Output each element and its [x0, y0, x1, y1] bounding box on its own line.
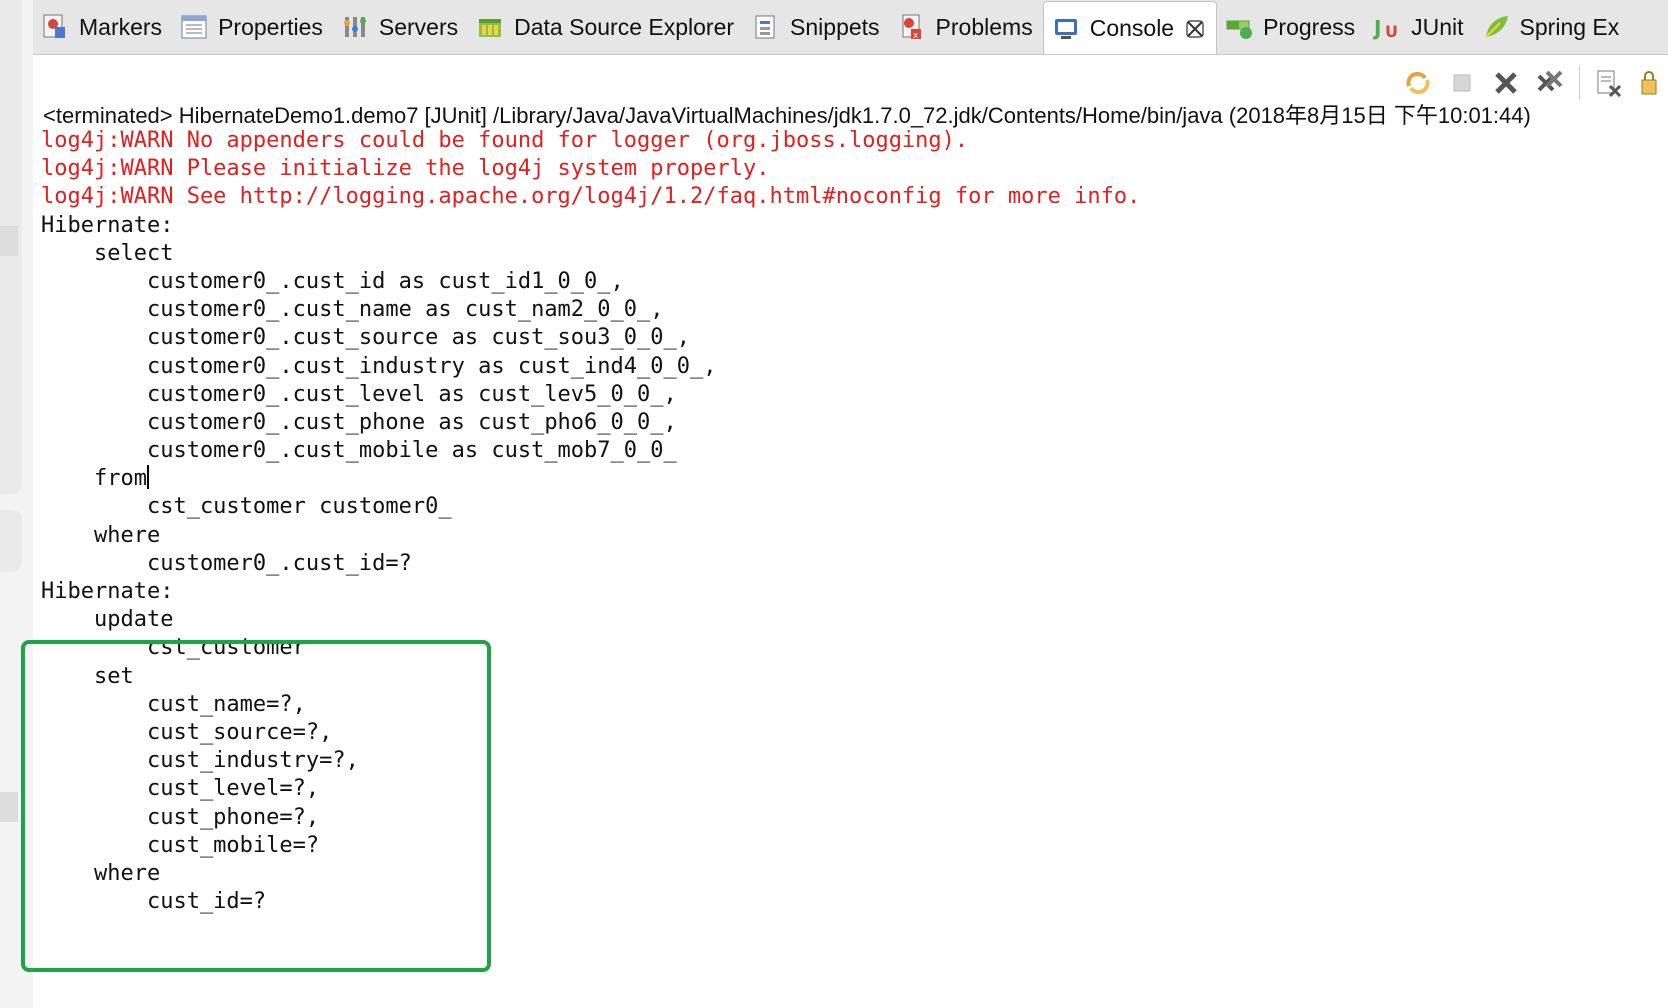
- clear-console-icon[interactable]: [1594, 68, 1624, 98]
- console-line-text: Hibernate:: [41, 212, 187, 238]
- markers-icon: [41, 13, 69, 41]
- tab-label: Markers: [79, 13, 163, 40]
- console-line-text: customer0_.cust_level as cust_lev5_0_0_,: [41, 381, 677, 407]
- console-line-text: customer0_.cust_name as cust_nam2_0_0_,: [41, 297, 664, 323]
- tab-problems[interactable]: x Problems: [890, 0, 1043, 54]
- tab-servers[interactable]: Servers: [333, 0, 468, 54]
- progress-icon: [1225, 13, 1253, 41]
- console-output-line: customer0_.cust_level as cust_lev5_0_0_,: [41, 381, 1140, 409]
- problems-icon: x: [898, 13, 926, 41]
- console-warning-line: log4j:WARN Please initialize the log4j s…: [41, 155, 1140, 183]
- console-line-text: customer0_.cust_id as cust_id1_0_0_,: [41, 268, 624, 294]
- console-line-text: from: [41, 466, 147, 492]
- tab-label: Snippets: [790, 13, 880, 40]
- console-output-line: customer0_.cust_industry as cust_ind4_0_…: [41, 353, 1140, 381]
- gutter-marker: [0, 792, 18, 822]
- snippets-icon: [752, 13, 780, 41]
- toolbar-separator: [1579, 66, 1580, 100]
- svg-text:U: U: [1385, 22, 1398, 41]
- tab-properties[interactable]: Properties: [172, 0, 333, 54]
- console-line-text: log4j:WARN See http://logging.apache.org…: [41, 184, 1141, 210]
- properties-icon: [180, 13, 208, 41]
- view-tab-bar: Markers Properties Servers Data Source Expl…: [33, 0, 1668, 55]
- close-tab-icon[interactable]: [1184, 18, 1206, 40]
- console-warning-line: log4j:WARN See http://logging.apache.org…: [41, 183, 1140, 211]
- console-output-line: customer0_.cust_name as cust_nam2_0_0_,: [41, 296, 1140, 324]
- console-output-line: update: [41, 606, 1140, 634]
- tab-console[interactable]: Console: [1042, 1, 1218, 54]
- remove-launch-icon[interactable]: [1491, 68, 1521, 98]
- console-output-line: customer0_.cust_id as cust_id1_0_0_,: [41, 268, 1140, 296]
- console-output-line: customer0_.cust_mobile as cust_mob7_0_0_: [41, 437, 1140, 465]
- console-output-line: cst_customer customer0_: [41, 493, 1140, 521]
- tab-label: Problems: [935, 13, 1033, 40]
- console-output-line: customer0_.cust_id=?: [41, 550, 1140, 578]
- text-cursor: [146, 465, 149, 490]
- tab-label: Data Source Explorer: [514, 13, 735, 40]
- console-icon: [1052, 15, 1080, 43]
- console-output-line: from: [41, 465, 1140, 493]
- console-line-text: customer0_.cust_id=?: [41, 550, 412, 576]
- tab-data-source-explorer[interactable]: Data Source Explorer: [468, 0, 744, 54]
- console-line-text: log4j:WARN No appenders could be found f…: [41, 128, 969, 153]
- data-source-explorer-icon: [476, 13, 504, 41]
- svg-text:J: J: [1373, 16, 1381, 40]
- console-line-text: customer0_.cust_industry as cust_ind4_0_…: [41, 353, 717, 379]
- console-line-text: log4j:WARN Please initialize the log4j s…: [41, 156, 770, 182]
- junit-icon: JU: [1372, 13, 1401, 41]
- svg-text:x: x: [913, 31, 919, 41]
- tab-snippets[interactable]: Snippets: [744, 0, 890, 54]
- tab-label: Progress: [1263, 13, 1356, 40]
- relaunch-icon[interactable]: [1403, 68, 1433, 98]
- tab-progress[interactable]: Progress: [1217, 0, 1365, 54]
- console-output-line: select: [41, 240, 1140, 268]
- console-output-line: customer0_.cust_source as cust_sou3_0_0_…: [41, 324, 1140, 352]
- tab-label: Console: [1089, 15, 1175, 41]
- tab-label: Spring Ex: [1519, 13, 1620, 40]
- tab-label: Servers: [378, 13, 459, 40]
- console-line-text: where: [41, 522, 161, 548]
- scroll-lock-icon[interactable]: [1638, 68, 1668, 98]
- console-line-text: Hibernate:: [41, 579, 187, 604]
- console-output-line: customer0_.cust_phone as cust_pho6_0_0_,: [41, 409, 1140, 437]
- console-warning-line: log4j:WARN No appenders could be found f…: [41, 127, 1140, 155]
- console-line-text: update: [41, 607, 174, 633]
- gutter-marker: [0, 226, 18, 256]
- spring-explorer-icon: [1482, 13, 1510, 41]
- highlight-annotation-box: [21, 640, 491, 972]
- tab-spring-ex[interactable]: Spring Ex: [1474, 0, 1630, 54]
- tab-label: Properties: [218, 13, 323, 40]
- console-line-text: select: [41, 240, 174, 266]
- left-side-panel-lower: [0, 510, 22, 572]
- console-toolbar: [1389, 63, 1668, 103]
- console-output-line: where: [41, 522, 1140, 550]
- console-line-text: customer0_.cust_source as cust_sou3_0_0_…: [41, 325, 691, 351]
- tab-junit[interactable]: J U JUnit: [1365, 0, 1473, 54]
- console-view: <terminated> HibernateDemo1.demo7 [JUnit…: [21, 55, 1668, 1008]
- terminate-icon[interactable]: [1447, 68, 1477, 98]
- servers-icon: [341, 13, 369, 41]
- console-output-line: Hibernate:: [41, 578, 1140, 606]
- remove-all-terminated-icon[interactable]: [1535, 68, 1565, 98]
- tab-markers[interactable]: Markers: [33, 0, 172, 54]
- console-output-line: Hibernate:: [41, 212, 1140, 240]
- console-line-text: customer0_.cust_mobile as cust_mob7_0_0_: [41, 438, 691, 464]
- tab-label: JUnit: [1411, 13, 1464, 40]
- console-line-text: customer0_.cust_phone as cust_pho6_0_0_,: [41, 409, 677, 435]
- console-line-text: cst_customer customer0_: [41, 494, 465, 520]
